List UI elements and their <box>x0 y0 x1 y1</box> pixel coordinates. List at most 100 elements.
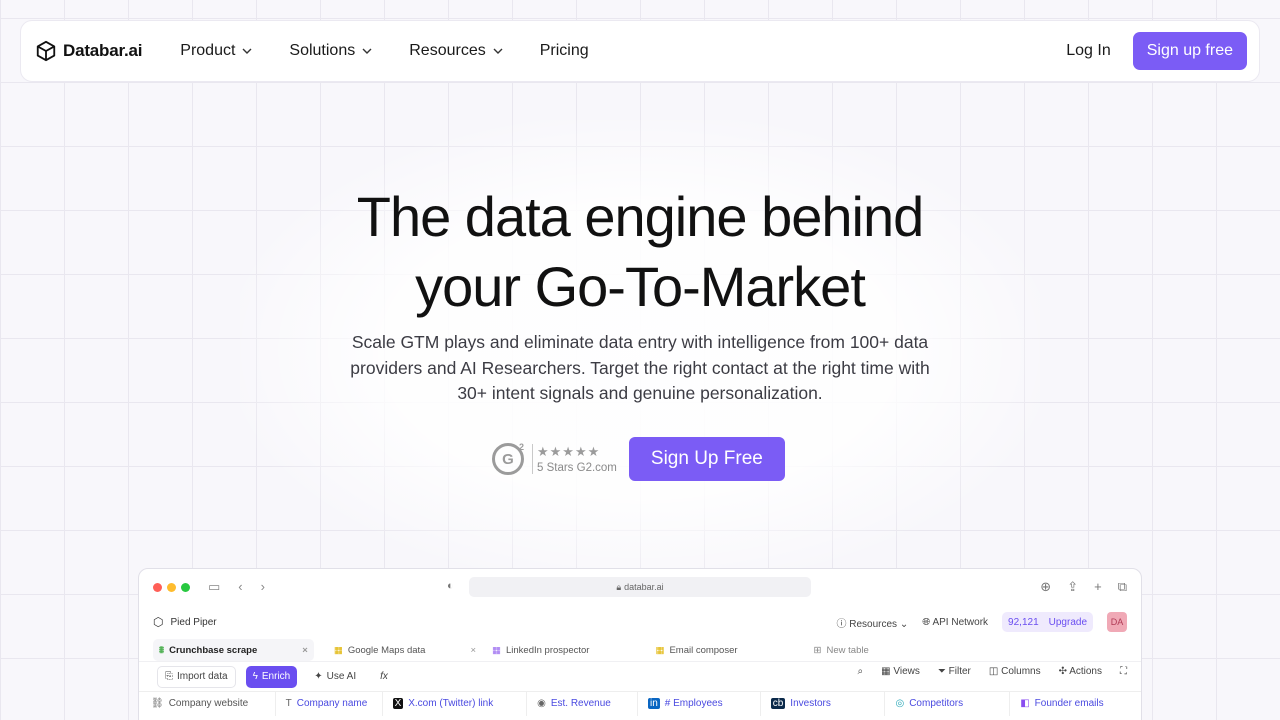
signup-button[interactable]: Sign up free <box>1132 32 1247 70</box>
close-dot-icon[interactable] <box>153 582 162 592</box>
nav-item-resources[interactable]: Resources <box>409 42 503 60</box>
views-button[interactable]: ▦ Views <box>881 666 920 677</box>
new-tab-icon[interactable]: + <box>1094 579 1102 595</box>
import-data-button[interactable]: ⎘ Import data <box>157 665 236 688</box>
nav-actions: Log In Sign up free <box>1066 32 1247 70</box>
download-icon[interactable]: ⊕ <box>1040 579 1051 595</box>
eye-icon: ◉ <box>537 698 546 709</box>
sidebar-icon[interactable]: ▭ <box>208 579 220 595</box>
chevron-down-icon <box>493 48 503 54</box>
table-icon: ▦ <box>492 644 501 656</box>
workspace-selector[interactable]: ⬡ Pied Piper <box>153 615 217 629</box>
tab-email-composer[interactable]: ▦ Email composer <box>649 639 743 661</box>
lightning-icon: ϟ <box>252 671 258 682</box>
use-ai-button[interactable]: ✦ Use AI <box>307 666 363 688</box>
columns-button[interactable]: ◫ Columns <box>989 666 1041 677</box>
button-label: Filter <box>948 666 971 677</box>
minimize-dot-icon[interactable] <box>167 582 176 592</box>
cube-icon: ⬡ <box>153 615 164 629</box>
column-header[interactable]: cb Investors <box>761 691 886 716</box>
tab-crunchbase-scrape[interactable]: ⩩ Crunchbase scrape × <box>153 639 314 661</box>
address-bar[interactable]: 🔒︎ databar.ai <box>469 577 811 597</box>
button-label: Use AI <box>326 671 357 682</box>
column-label: X.com (Twitter) link <box>408 698 494 709</box>
nav-item-pricing[interactable]: Pricing <box>540 42 589 60</box>
column-header[interactable]: ◎ Competitors <box>885 691 1011 716</box>
table-icon: ⩩ <box>159 644 165 656</box>
lock-icon: 🔒︎ <box>616 581 622 592</box>
table-icon: ▦ <box>655 644 665 656</box>
button-label: fx <box>380 671 388 682</box>
button-label: Import data <box>177 671 228 682</box>
window-controls <box>153 582 190 592</box>
shield-icon: ◐ <box>447 580 454 592</box>
rating-text: 5 Stars G2.com <box>537 461 617 474</box>
credits-count: 92,121 <box>1008 616 1039 628</box>
nav-item-label: Resources <box>409 42 486 59</box>
filter-button[interactable]: ⏷ Filter <box>938 666 971 677</box>
hero-title-line: The data engine behind <box>356 185 925 248</box>
expand-icon[interactable]: ⛶ <box>1120 666 1127 677</box>
nav-item-solutions[interactable]: Solutions <box>289 42 373 60</box>
crunchbase-icon: cb <box>770 698 786 709</box>
new-table-button[interactable]: ⊞ New table <box>808 639 875 661</box>
table-tabs: ⩩ Crunchbase scrape × ▦ Google Maps data… <box>139 639 1141 661</box>
search-icon[interactable]: ⌕ <box>858 666 864 677</box>
workspace-bar: ⬡ Pied Piper ⓘ Resources ⌄ 🌐︎ API Networ… <box>139 605 1141 639</box>
upgrade-link[interactable]: Upgrade <box>1049 617 1087 628</box>
table-icon: ▦ <box>333 644 343 656</box>
hero-subtitle: Scale GTM plays and eliminate data entry… <box>350 332 930 403</box>
nav-item-label: Pricing <box>539 42 589 59</box>
avatar[interactable]: DA <box>1107 612 1127 632</box>
column-label: Competitors <box>909 698 964 709</box>
forward-icon[interactable]: › <box>261 579 265 595</box>
nav-item-product[interactable]: Product <box>180 42 253 60</box>
credits-badge[interactable]: 92,121 Upgrade <box>1002 612 1093 632</box>
g2-rating-badge[interactable]: G2 ★★★★★ 5 Stars G2.com <box>492 442 617 475</box>
column-label: Company name <box>296 698 368 709</box>
column-header[interactable]: in # Employees <box>638 691 761 716</box>
share-icon[interactable]: ⇪ <box>1067 579 1078 595</box>
toolbar-right: ⌕ ▦ Views ⏷ Filter ◫ Columns ✣ Actions ⛶ <box>858 666 1127 677</box>
plus-icon: ⊞ <box>813 644 822 656</box>
brand-logo[interactable]: Databar.ai <box>35 40 142 62</box>
formula-button[interactable]: fx <box>373 666 395 688</box>
divider <box>532 444 533 474</box>
tab-google-maps-data[interactable]: ▦ Google Maps data × <box>328 639 482 661</box>
column-label: Est. Revenue <box>550 698 611 709</box>
rating-stars: ★★★★★ <box>537 443 601 459</box>
tab-label: LinkedIn prospector <box>506 644 590 656</box>
column-header[interactable]: ◉ Est. Revenue <box>527 691 638 716</box>
cta-row: G2 ★★★★★ 5 Stars G2.com Sign Up Free <box>492 437 785 481</box>
maximize-dot-icon[interactable] <box>181 582 190 592</box>
close-icon[interactable]: × <box>302 645 308 656</box>
column-header[interactable]: X X.com (Twitter) link <box>383 691 528 716</box>
multi-source-icon: ◧ <box>1020 698 1030 709</box>
enrich-button[interactable]: ϟ Enrich <box>245 665 298 688</box>
resources-label: Resources <box>849 618 898 630</box>
cube-logo-icon <box>36 40 56 62</box>
resources-menu[interactable]: ⓘ Resources ⌄ <box>836 615 908 630</box>
magic-wand-icon: ✦ <box>314 671 323 682</box>
chevron-down-icon <box>362 48 372 54</box>
text-icon: T <box>285 698 292 709</box>
tab-label: Google Maps data <box>347 644 426 656</box>
close-icon[interactable]: × <box>470 645 476 656</box>
import-icon: ⎘ <box>165 671 173 682</box>
app-preview-window: ▭ ‹ › ◐ 🔒︎ databar.ai ⊕ ⇪ + ⧉ ⬡ Pied Pip… <box>138 568 1142 720</box>
hero-signup-button[interactable]: Sign Up Free <box>628 437 785 481</box>
tabs-overview-icon[interactable]: ⧉ <box>1118 579 1127 595</box>
hero-title: The data engine behind your Go-To-Market <box>0 182 1280 322</box>
back-icon[interactable]: ‹ <box>238 579 242 595</box>
column-header[interactable]: T Company name <box>276 691 383 716</box>
tab-label: Email composer <box>669 644 738 656</box>
browser-chrome: ▭ ‹ › ◐ 🔒︎ databar.ai ⊕ ⇪ + ⧉ <box>139 569 1141 605</box>
login-link[interactable]: Log In <box>1066 42 1110 60</box>
column-header[interactable]: ⛓︎ Company website <box>151 691 276 716</box>
actions-button[interactable]: ✣ Actions <box>1059 666 1102 677</box>
tab-linkedin-prospector[interactable]: ▦ LinkedIn prospector <box>486 639 595 661</box>
top-navbar: Databar.ai Product Solutions Resources P… <box>20 20 1260 82</box>
address-text: databar.ai <box>624 582 664 592</box>
column-header[interactable]: ◧ Founder emails <box>1010 692 1129 716</box>
api-network-link[interactable]: 🌐︎ API Network <box>922 617 988 628</box>
